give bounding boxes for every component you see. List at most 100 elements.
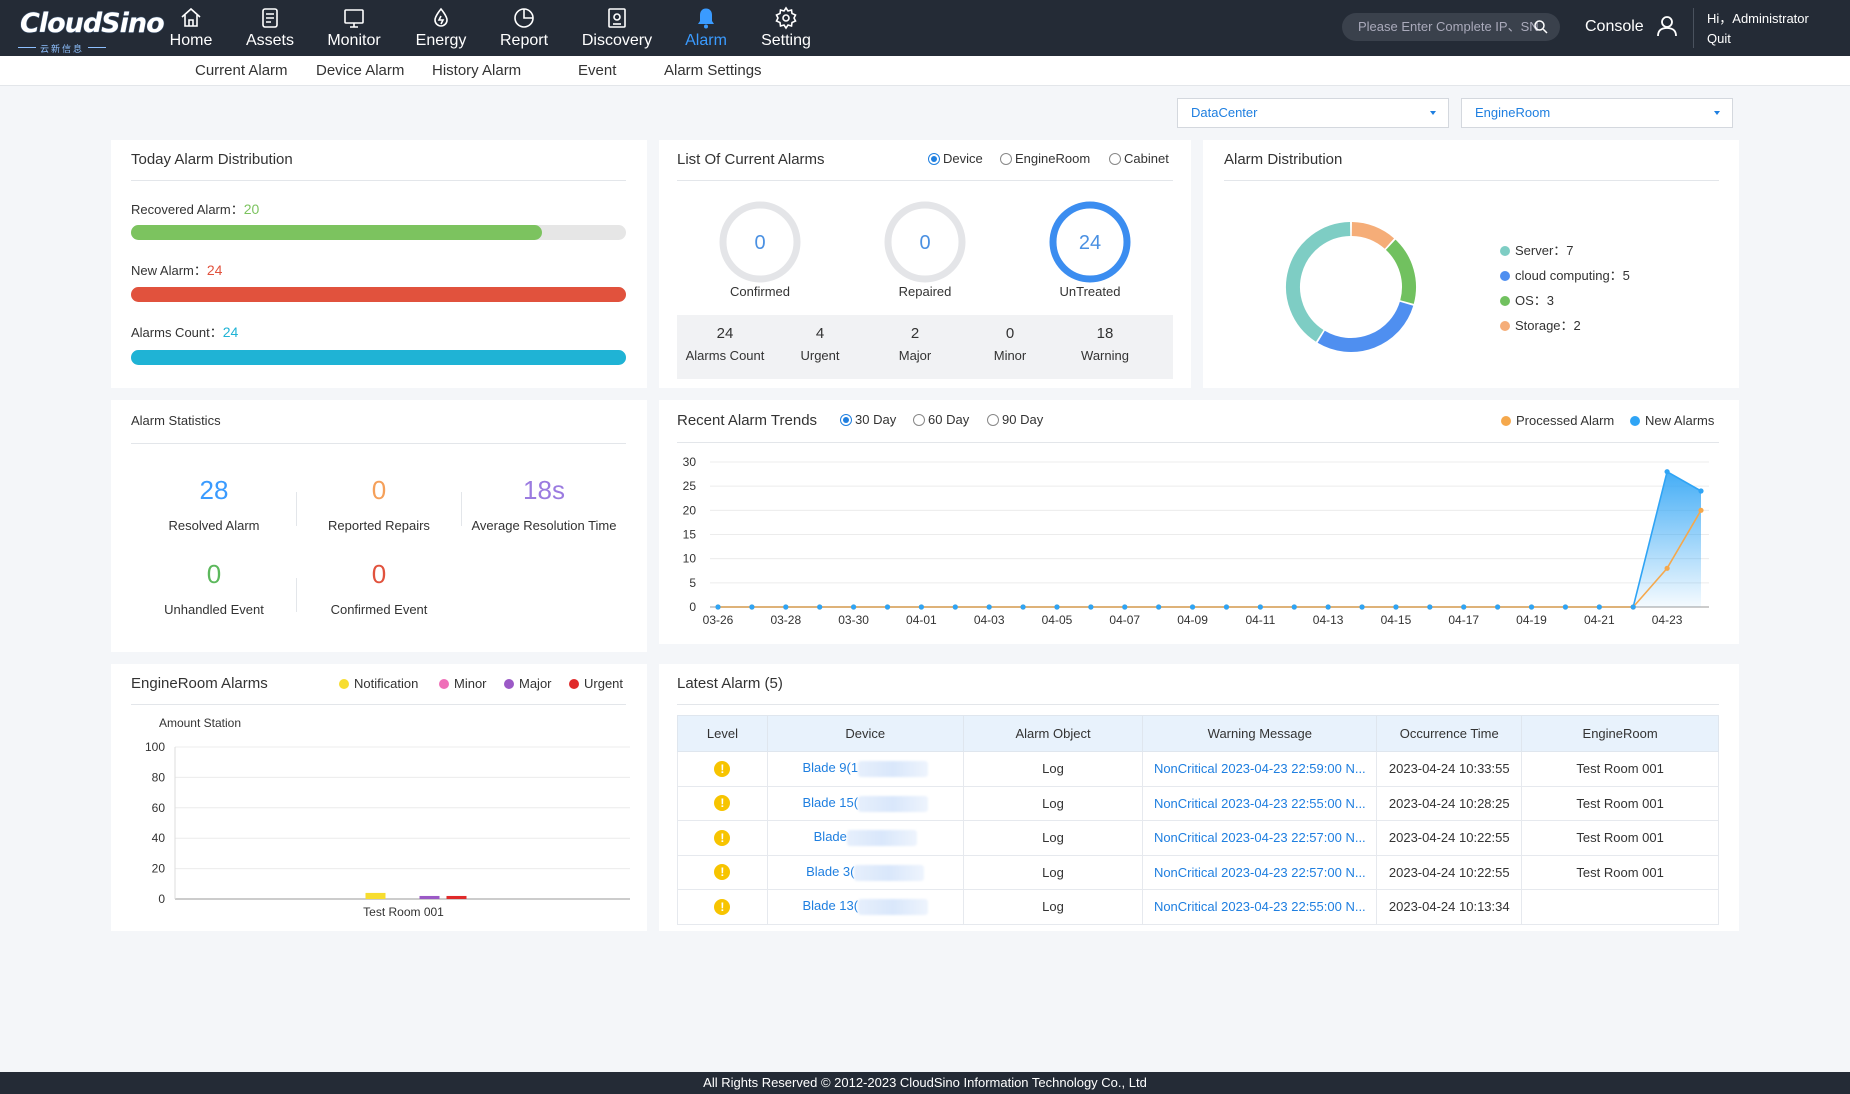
bar-major <box>419 895 440 899</box>
count-warning-label: Warning <box>1081 348 1129 363</box>
legend-new-alarms: New Alarms <box>1630 413 1714 428</box>
warning-message-link[interactable]: NonCritical 2023-04-23 22:55:00 N... <box>1142 889 1378 925</box>
col-warning-message[interactable]: Warning Message <box>1142 715 1378 752</box>
radio-30-day-button[interactable] <box>840 414 852 426</box>
count-alarms-value: 24 <box>716 325 734 342</box>
new-alarms-point <box>749 604 755 610</box>
nav-home[interactable]: Home <box>164 0 218 56</box>
datacenter-select[interactable]: DataCenter <box>1177 98 1449 128</box>
col-level[interactable]: Level <box>677 715 768 752</box>
col-engineroom[interactable]: EngineRoom <box>1521 715 1719 752</box>
y-tick-label: 40 <box>152 831 166 845</box>
alarm-statistics-title: Alarm Statistics <box>131 413 221 428</box>
monitor-icon <box>344 9 364 28</box>
x-tick-label: Test Room 001 <box>363 905 444 919</box>
bell-icon <box>698 8 714 29</box>
new-alarms-point <box>952 604 958 610</box>
nav-energy[interactable]: Energy <box>411 0 471 56</box>
device-link[interactable]: Blade 3( <box>766 854 964 890</box>
subnav-history-alarm[interactable]: History Alarm <box>432 62 521 79</box>
divider <box>677 180 1173 181</box>
table-row: ! Blade 3( Log NonCritical 2023-04-23 22… <box>677 854 1719 890</box>
latest-alarm-title: Latest Alarm (5) <box>677 675 783 692</box>
radio-device-button[interactable] <box>928 153 940 165</box>
legend-urgent-label: Urgent <box>584 676 624 691</box>
recovered-alarm-text: Recovered Alarm： <box>131 202 244 217</box>
stat-resolved-alarm: 28 Resolved Alarm <box>134 475 294 533</box>
x-tick-label: 04-09 <box>1177 613 1208 627</box>
x-tick-label: 03-26 <box>703 613 734 627</box>
nav-report[interactable]: Report <box>497 0 551 56</box>
device-link[interactable]: Blade <box>766 820 964 856</box>
nav-report-label: Report <box>499 32 549 49</box>
radio-device[interactable]: Device <box>928 151 983 166</box>
nav-monitor[interactable]: Monitor <box>322 0 386 56</box>
x-tick-label: 04-23 <box>1652 613 1683 627</box>
legend-processed-dot <box>1501 416 1511 426</box>
radio-90-day[interactable]: 90 Day <box>987 412 1043 427</box>
warning-message-link[interactable]: NonCritical 2023-04-23 22:57:00 N... <box>1142 820 1378 856</box>
quit-link[interactable]: Quit <box>1707 31 1731 46</box>
subnav-alarm-settings[interactable]: Alarm Settings <box>664 62 762 79</box>
radio-engineroom[interactable]: EngineRoom <box>1000 151 1090 166</box>
nav-monitor-label: Monitor <box>327 32 381 49</box>
donut-slice-storage <box>1351 222 1395 250</box>
engineroom-name <box>1521 889 1719 925</box>
alarm-object: Log <box>962 751 1144 787</box>
repaired-label: Repaired <box>898 284 952 299</box>
legend-os-label: OS： <box>1515 293 1547 308</box>
nav-discovery[interactable]: Discovery <box>580 0 654 56</box>
device-link[interactable]: Blade 15( <box>766 785 964 821</box>
legend-notification-label: Notification <box>354 676 419 691</box>
nav-setting[interactable]: Setting <box>756 0 816 56</box>
user-icon[interactable] <box>1656 14 1678 38</box>
nav-assets[interactable]: Assets <box>242 0 298 56</box>
new-alarms-point <box>715 604 721 610</box>
energy-icon <box>434 7 448 27</box>
col-device[interactable]: Device <box>766 715 964 752</box>
radio-60-day-button[interactable] <box>913 414 925 426</box>
search-placeholder: Please Enter Complete IP、SN <box>1358 19 1539 34</box>
count-minor-value: 0 <box>1005 325 1015 342</box>
device-name: Blade 9(1 <box>802 760 859 776</box>
radio-30-day[interactable]: 30 Day <box>840 412 896 427</box>
radio-engineroom-button[interactable] <box>1000 153 1012 165</box>
subnav-current-alarm[interactable]: Current Alarm <box>195 62 288 79</box>
cloudsino-logo[interactable]: CloudSino 云新信息 <box>17 6 165 54</box>
new-alarm-bar <box>131 287 626 302</box>
stat-reported-label: Reported Repairs <box>328 518 430 533</box>
device-link[interactable]: Blade 13( <box>766 889 964 925</box>
col-alarm-object[interactable]: Alarm Object <box>962 715 1144 752</box>
device-link[interactable]: Blade 9(1 <box>766 751 964 787</box>
engineroom-select[interactable]: EngineRoom <box>1461 98 1733 128</box>
col-occurrence-time[interactable]: Occurrence Time <box>1376 715 1523 752</box>
y-tick-label: 60 <box>152 801 166 815</box>
subnav-device-alarm[interactable]: Device Alarm <box>316 62 404 79</box>
console-link[interactable]: Console <box>1585 18 1644 36</box>
count-alarms-label: Alarms Count <box>685 348 765 363</box>
repaired-ring: 0 <box>884 201 966 283</box>
engineroom-select-value: EngineRoom <box>1475 105 1551 120</box>
radio-engineroom-label: EngineRoom <box>1015 151 1091 166</box>
search-input[interactable]: Please Enter Complete IP、SN <box>1342 13 1560 41</box>
nav-alarm[interactable]: Alarm <box>681 0 731 56</box>
warning-message-link[interactable]: NonCritical 2023-04-23 22:59:00 N... <box>1142 751 1378 787</box>
alarm-object: Log <box>962 820 1144 856</box>
warning-message-link[interactable]: NonCritical 2023-04-23 22:57:00 N... <box>1142 854 1378 890</box>
y-tick-label: 5 <box>689 576 696 590</box>
legend-server-label: Server： <box>1515 243 1567 258</box>
occurrence-time: 2023-04-24 10:22:55 <box>1376 820 1523 856</box>
alarm-trends-chart: 0 5 10 15 20 25 30 03-26 03-28 03-30 04-01 04-03 04-… <box>683 455 1709 627</box>
y-tick-label: 20 <box>683 503 697 517</box>
warning-message-link[interactable]: NonCritical 2023-04-23 22:55:00 N... <box>1142 785 1378 821</box>
radio-cabinet[interactable]: Cabinet <box>1109 151 1169 166</box>
radio-90-day-button[interactable] <box>987 414 999 426</box>
radio-cabinet-button[interactable] <box>1109 153 1121 165</box>
search-icon[interactable] <box>1532 18 1550 36</box>
chevron-down-icon <box>1714 111 1720 115</box>
x-tick-label: 03-28 <box>770 613 801 627</box>
radio-60-day[interactable]: 60 Day <box>913 412 969 427</box>
subnav-event[interactable]: Event <box>578 62 616 79</box>
stat-reported-value: 0 <box>371 475 387 505</box>
table-row: ! Blade 9(1 Log NonCritical 2023-04-23 2… <box>677 751 1719 787</box>
